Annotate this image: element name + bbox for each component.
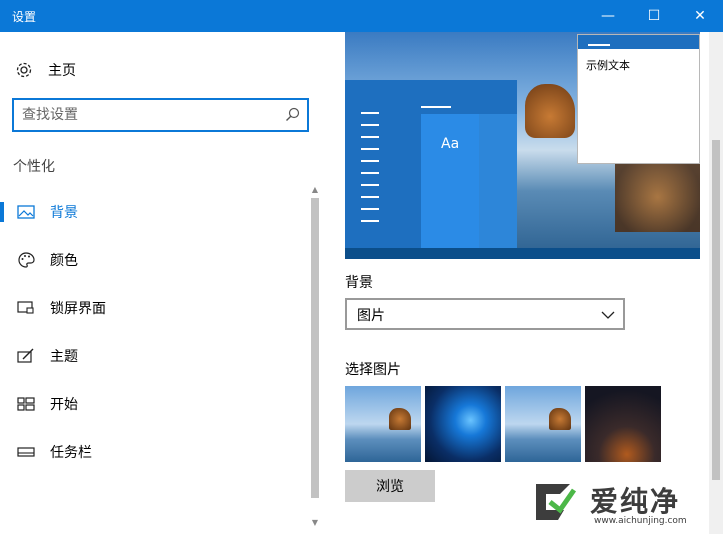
sidebar-item-taskbar[interactable]: 任务栏 [0,432,305,472]
background-dropdown[interactable]: 图片 [345,298,625,330]
background-preview: Aa 示例文本 [345,32,700,259]
start-icon [16,394,36,414]
maximize-button[interactable]: ☐ [631,0,677,32]
close-button[interactable]: ✕ [677,0,723,32]
home-label: 主页 [48,63,76,79]
sidebar-item-background[interactable]: 背景 [0,192,305,232]
sidebar-scrollbar[interactable]: ▲ ▼ [309,184,321,529]
picture-thumbnail-3[interactable] [505,386,581,462]
window-title: 设置 [12,10,37,24]
search-input[interactable] [22,105,272,125]
preview-tile-bar [421,106,451,108]
browse-button[interactable]: 浏览 [345,470,435,502]
home-link[interactable]: 主页 [14,60,76,80]
picture-thumbnail-1[interactable] [345,386,421,462]
watermark-text: 爱纯净 [590,485,681,518]
background-label: 背景 [345,275,373,291]
rock-formation [389,408,411,430]
watermark-logo-icon [536,484,577,520]
sidebar-item-label: 锁屏界面 [50,301,106,317]
preview-menu-lines [361,112,379,232]
sidebar-item-themes[interactable]: 主题 [0,336,305,376]
sidebar: 主页 个性化 背景 颜色 锁屏界面 主题 开始 [0,32,325,534]
sidebar-item-colors[interactable]: 颜色 [0,240,305,280]
watermark: 爱纯净 www.aichunjing.com [530,478,720,530]
preview-tile-grid [479,114,517,248]
watermark-url: www.aichunjing.com [594,516,687,526]
picture-thumbnail-4[interactable] [585,386,661,462]
sidebar-item-label: 开始 [50,397,78,413]
rock-reflection [615,162,700,232]
rock-formation [525,84,575,138]
background-dropdown-value: 图片 [357,308,385,324]
preview-window-titlebar [578,35,699,49]
search-box[interactable] [12,98,309,132]
preview-taskbar [345,248,700,259]
search-icon[interactable] [285,107,301,123]
sidebar-item-label: 背景 [50,205,78,221]
taskbar-icon [16,442,36,462]
sidebar-item-start[interactable]: 开始 [0,384,305,424]
section-label: 个性化 [13,159,55,175]
title-bar: 设置 — ☐ ✕ [0,0,723,32]
choose-picture-label: 选择图片 [345,362,401,378]
rock-formation [549,408,571,430]
scrollbar-thumb[interactable] [712,140,720,480]
sidebar-item-label: 颜色 [50,253,78,269]
chevron-down-icon [601,308,615,322]
palette-icon [16,250,36,270]
scroll-down-icon[interactable]: ▼ [309,517,321,529]
scrollbar-thumb[interactable] [311,198,319,498]
preview-sample-text: 示例文本 [586,59,630,72]
preview-tile-text: Aa [441,136,460,152]
picture-thumbnail-2[interactable] [425,386,501,462]
sidebar-item-lock-screen[interactable]: 锁屏界面 [0,288,305,328]
sidebar-item-label: 主题 [50,349,78,365]
lock-screen-icon [16,298,36,318]
picture-icon [16,202,36,222]
main-scrollbar[interactable] [709,32,723,534]
main-content: Aa 示例文本 背景 图片 选择图片 浏览 [325,32,723,534]
scroll-up-icon[interactable]: ▲ [309,184,321,196]
preview-window: 示例文本 [577,34,700,164]
gear-icon [14,60,34,80]
sidebar-item-label: 任务栏 [50,445,92,461]
theme-icon [16,346,36,366]
minimize-button[interactable]: — [585,0,631,32]
preview-tile [421,114,479,248]
